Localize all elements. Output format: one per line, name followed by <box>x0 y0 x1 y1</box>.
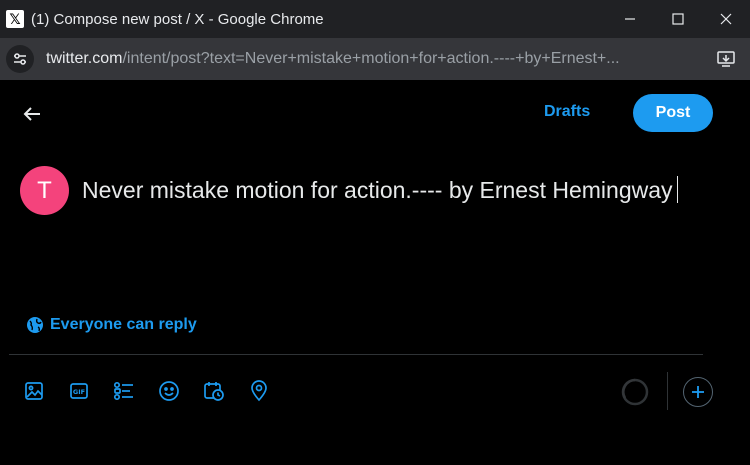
install-app-button[interactable] <box>716 49 736 74</box>
minimize-button[interactable] <box>606 0 654 38</box>
poll-icon <box>113 381 133 401</box>
schedule-icon <box>204 382 224 401</box>
url-field[interactable]: twitter.com/intent/post?text=Never+mista… <box>46 50 706 68</box>
install-app-icon <box>717 51 735 67</box>
minimize-icon <box>625 18 635 20</box>
emoji-button[interactable] <box>154 376 184 406</box>
gif-button[interactable]: GIF <box>64 376 94 406</box>
reply-setting-label: Everyone can reply <box>50 316 197 333</box>
back-arrow-icon <box>23 107 40 121</box>
add-post-button[interactable] <box>683 377 713 407</box>
url-host: twitter.com <box>46 50 123 67</box>
back-button[interactable] <box>16 98 48 130</box>
location-icon <box>251 380 267 402</box>
window-controls <box>606 0 750 38</box>
post-text: Never mistake motion for action.---- by … <box>82 177 673 203</box>
close-button[interactable] <box>702 0 750 38</box>
toolbar-separator <box>667 372 668 410</box>
reply-setting-button[interactable]: Everyone can reply <box>26 316 197 334</box>
avatar[interactable]: T <box>20 166 69 215</box>
plus-icon <box>692 386 704 398</box>
location-button[interactable] <box>244 376 274 406</box>
text-caret <box>676 176 678 203</box>
globe-icon <box>27 317 43 333</box>
drafts-link[interactable]: Drafts <box>544 103 590 121</box>
tune-icon <box>14 53 26 65</box>
post-text-input[interactable]: Never mistake motion for action.---- by … <box>82 176 702 205</box>
site-settings-button[interactable] <box>6 45 34 73</box>
emoji-icon <box>159 381 179 401</box>
character-count-ring <box>621 378 649 406</box>
media-button[interactable] <box>19 376 49 406</box>
window-title: (1) Compose new post / X - Google Chrome <box>31 10 324 28</box>
gif-icon: GIF <box>70 383 88 399</box>
svg-text:GIF: GIF <box>73 388 85 396</box>
maximize-button[interactable] <box>654 0 702 38</box>
divider <box>9 354 703 355</box>
maximize-icon <box>672 13 684 25</box>
poll-button[interactable] <box>109 376 139 406</box>
x-logo-icon: 𝕏 <box>6 10 24 28</box>
address-bar: twitter.com/intent/post?text=Never+mista… <box>0 38 750 80</box>
post-button[interactable]: Post <box>633 94 713 132</box>
window-titlebar: 𝕏 (1) Compose new post / X - Google Chro… <box>0 0 750 38</box>
compose-dialog: Drafts Post T Never mistake motion for a… <box>0 80 750 465</box>
url-path: /intent/post?text=Never+mistake+motion+f… <box>122 50 620 67</box>
schedule-button[interactable] <box>199 376 229 406</box>
media-icon <box>25 382 43 400</box>
close-icon <box>720 13 732 25</box>
